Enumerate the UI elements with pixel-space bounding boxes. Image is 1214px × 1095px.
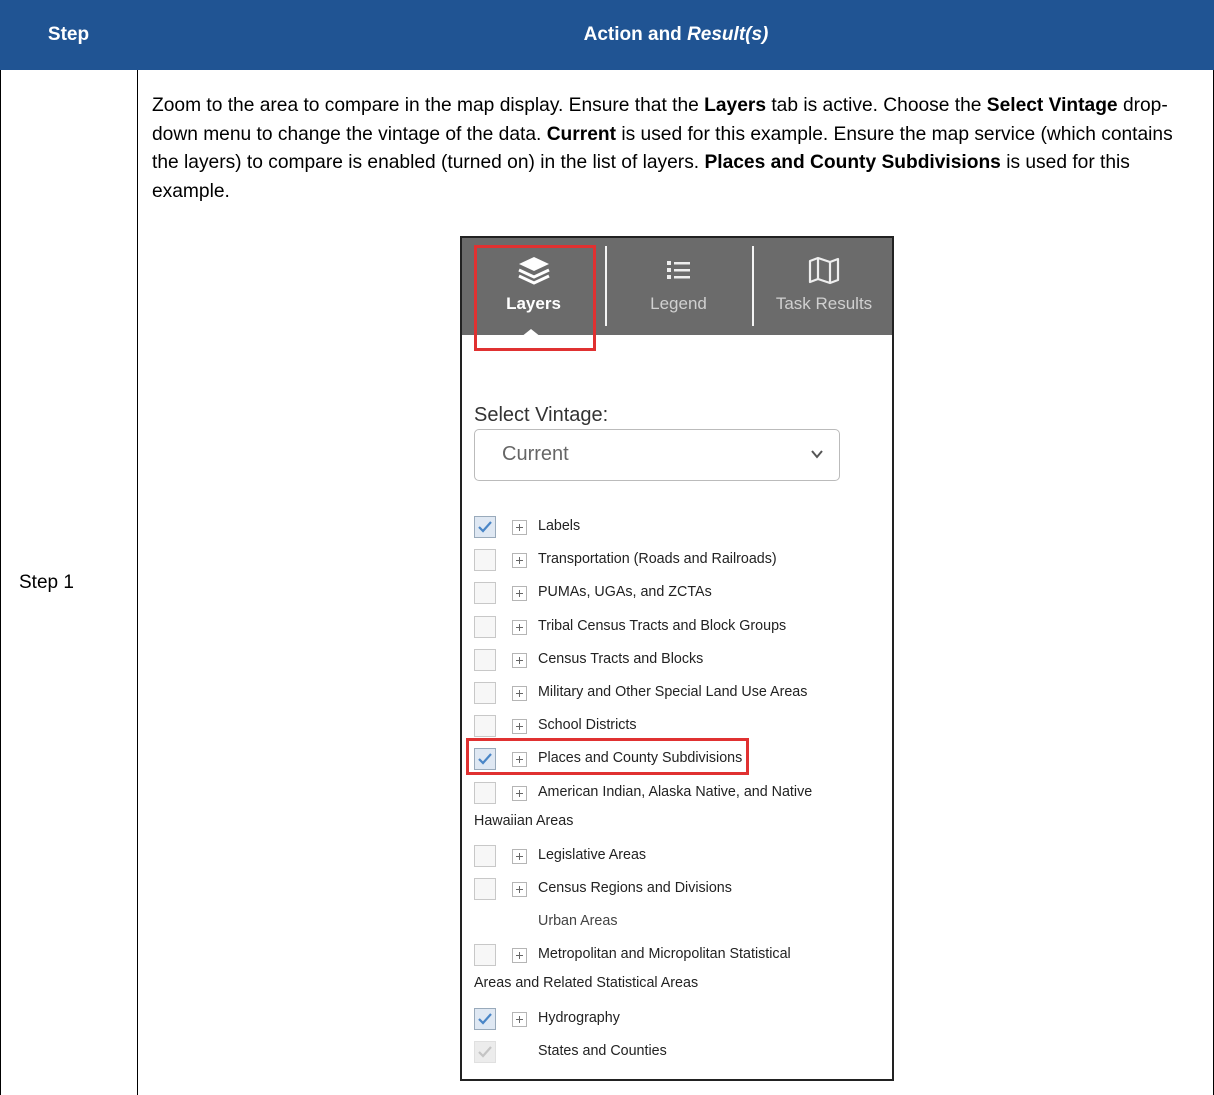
layer-name: Transportation (Roads and Railroads) — [538, 551, 777, 567]
select-vintage-value: Current — [502, 443, 569, 465]
paragraph-text: tab is active. Choose the — [766, 95, 987, 116]
layer-checkbox[interactable] — [474, 649, 496, 671]
layer-name: Labels — [538, 518, 581, 534]
layer-name-continued: Hawaiian Areas — [474, 813, 574, 829]
select-vintage-label: Select Vintage: — [474, 404, 609, 426]
layer-name: Metropolitan and Micropolitan Statistica… — [538, 946, 791, 962]
map-icon — [754, 252, 894, 288]
checkmark-icon — [478, 1046, 492, 1058]
layer-checkbox[interactable] — [474, 944, 496, 966]
expand-plus-icon[interactable] — [512, 653, 527, 668]
expand-plus-icon[interactable] — [512, 586, 527, 601]
layer-name: Census Regions and Divisions — [538, 880, 732, 896]
layer-name: Military and Other Special Land Use Area… — [538, 684, 808, 700]
expand-plus-icon[interactable] — [512, 520, 527, 535]
layer-checkbox[interactable] — [474, 782, 496, 804]
layer-name: Legislative Areas — [538, 847, 647, 863]
layer-checkbox[interactable] — [474, 1008, 496, 1030]
checkmark-icon — [478, 521, 492, 533]
tab-task-results[interactable]: Task Results — [754, 238, 894, 335]
layer-checkbox[interactable] — [474, 878, 496, 900]
layer-name: Urban Areas — [538, 913, 618, 929]
layer-name: PUMAs, UGAs, and ZCTAs — [538, 584, 712, 600]
layers-panel-screenshot: Layers Legend Task Results Select Vintag… — [460, 236, 894, 1081]
table-header: Step Action and Result(s) — [0, 0, 1214, 70]
expand-plus-icon[interactable] — [512, 786, 527, 801]
bold-term: Current — [546, 123, 616, 145]
tab-legend-label: Legend — [650, 294, 707, 313]
expand-plus-icon[interactable] — [512, 948, 527, 963]
layer-checkbox[interactable] — [474, 845, 496, 867]
expand-plus-icon[interactable] — [512, 882, 527, 897]
layer-checkbox[interactable] — [474, 715, 496, 737]
header-step: Step — [47, 24, 90, 45]
bold-term: Select Vintage — [986, 95, 1118, 116]
bold-term: Places and County Subdivisions — [704, 152, 1001, 173]
expand-plus-icon[interactable] — [512, 719, 527, 734]
expand-plus-icon[interactable] — [512, 1012, 527, 1027]
instruction-table: Step Action and Result(s) Step 1 Zoom to… — [0, 0, 1214, 1095]
tab-legend[interactable]: Legend — [607, 238, 750, 335]
layer-name-continued: Areas and Related Statistical Areas — [474, 975, 699, 991]
table-divider — [137, 70, 138, 1095]
chevron-down-icon — [811, 450, 823, 459]
layer-name: American Indian, Alaska Native, and Nati… — [538, 784, 813, 800]
header-action-italic: Result(s) — [687, 24, 769, 45]
layer-checkbox[interactable] — [474, 582, 496, 604]
tab-task-results-label: Task Results — [775, 294, 873, 313]
step-instructions: Zoom to the area to compare in the map d… — [152, 92, 1202, 206]
step-label: Step 1 — [19, 571, 74, 593]
layer-checkbox[interactable] — [474, 549, 496, 571]
header-action: Action and Result(s) — [138, 0, 1214, 70]
expand-plus-icon[interactable] — [512, 620, 527, 635]
layer-name: Hydrography — [538, 1010, 620, 1026]
expand-plus-icon[interactable] — [512, 686, 527, 701]
layer-name: States and Counties — [538, 1043, 667, 1059]
highlight-box-places-layer — [466, 738, 749, 775]
layer-checkbox[interactable] — [474, 516, 496, 538]
checkmark-icon — [478, 1013, 492, 1025]
layer-checkbox[interactable] — [474, 682, 496, 704]
expand-plus-icon[interactable] — [512, 553, 527, 568]
paragraph-text: Zoom to the area to compare in the map d… — [152, 95, 705, 116]
list-icon — [607, 252, 750, 288]
expand-plus-icon[interactable] — [512, 849, 527, 864]
header-action-text: Action and — [583, 24, 682, 45]
layer-name: Tribal Census Tracts and Block Groups — [538, 618, 787, 634]
highlight-box-layers-tab — [474, 245, 596, 351]
layer-checkbox — [474, 1041, 496, 1063]
select-vintage-dropdown[interactable]: Current — [474, 429, 840, 481]
layer-name: Census Tracts and Blocks — [538, 651, 704, 667]
layer-name: School Districts — [538, 717, 637, 733]
layer-checkbox[interactable] — [474, 616, 496, 638]
bold-term: Layers — [704, 95, 766, 116]
